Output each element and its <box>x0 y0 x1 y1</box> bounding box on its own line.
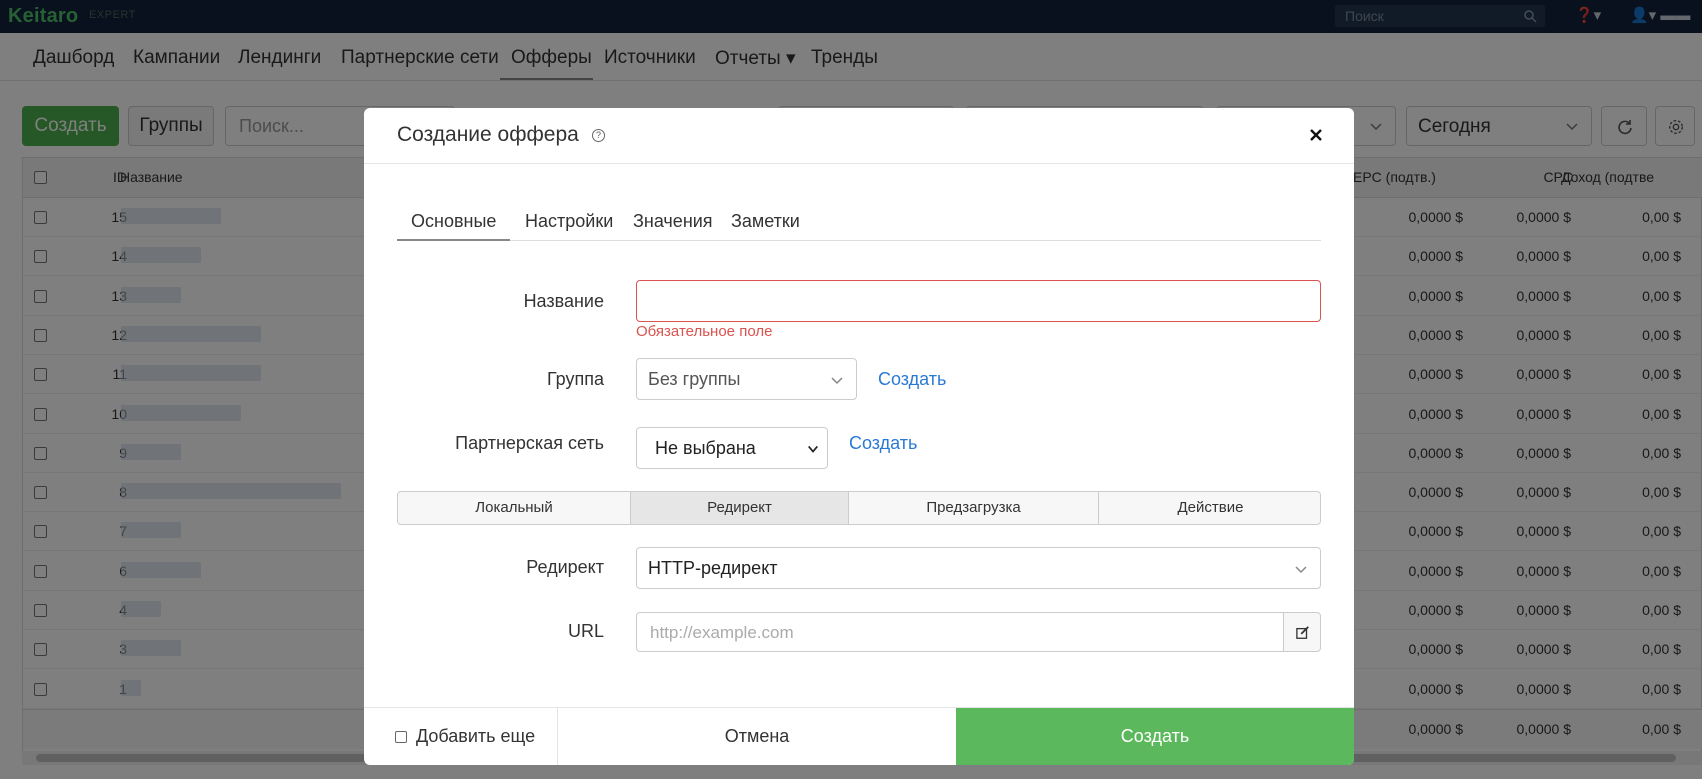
offer-type-local[interactable]: Локальный <box>398 492 631 524</box>
offer-type-preload[interactable]: Предзагрузка <box>849 492 1099 524</box>
group-select[interactable]: Без группы <box>636 358 857 400</box>
offer-name-input[interactable] <box>636 280 1321 322</box>
create-network-link[interactable]: Создать <box>849 433 917 454</box>
create-offer-modal: Создание оффера ? Основные Настройки Зна… <box>364 108 1354 765</box>
chevron-down-icon <box>831 377 843 385</box>
redirect-label: Редирект <box>526 557 604 577</box>
close-icon[interactable] <box>1305 124 1327 146</box>
url-input[interactable]: http://example.com <box>636 612 1284 652</box>
cancel-button[interactable]: Отмена <box>558 708 956 765</box>
affiliate-network-select[interactable]: Не выбрана <box>636 427 828 469</box>
help-icon[interactable]: ? <box>592 129 605 142</box>
modal-title: Создание оффера <box>397 123 579 146</box>
tab-values[interactable]: Значения <box>619 201 727 241</box>
affiliate-network-label: Партнерская сеть <box>455 433 604 453</box>
modal-footer: Добавить еще Отмена Создать <box>364 707 1354 765</box>
add-more-toggle[interactable]: Добавить еще <box>364 708 558 765</box>
add-more-checkbox[interactable] <box>395 731 407 743</box>
offer-type-selector: Локальный Редирект Предзагрузка Действие <box>397 491 1321 525</box>
affiliate-network-value: Не выбрана <box>655 438 756 458</box>
name-error-message: Обязательное поле <box>636 323 773 340</box>
offer-type-redirect[interactable]: Редирект <box>631 492 849 524</box>
tab-settings[interactable]: Настройки <box>511 201 627 241</box>
chevron-down-icon <box>1295 566 1307 574</box>
submit-create-button[interactable]: Создать <box>956 708 1354 765</box>
create-group-link[interactable]: Создать <box>878 369 946 390</box>
url-macro-button[interactable] <box>1283 612 1321 652</box>
tab-general[interactable]: Основные <box>397 201 511 241</box>
modal-tabs: Основные Настройки Значения Заметки <box>397 201 1321 241</box>
url-label: URL <box>567 621 604 641</box>
chevron-down-icon <box>808 445 818 453</box>
add-more-label: Добавить еще <box>416 726 536 746</box>
offer-type-action[interactable]: Действие <box>1099 492 1320 524</box>
tab-notes[interactable]: Заметки <box>717 201 814 241</box>
group-select-value: Без группы <box>648 369 741 389</box>
edit-icon <box>1296 626 1309 639</box>
modal-header: Создание оффера ? <box>364 108 1354 164</box>
group-label: Группа <box>546 369 604 389</box>
redirect-type-value: HTTP-редирект <box>648 558 778 578</box>
redirect-type-select[interactable]: HTTP-редирект <box>636 547 1321 589</box>
name-label: Название <box>523 291 604 311</box>
